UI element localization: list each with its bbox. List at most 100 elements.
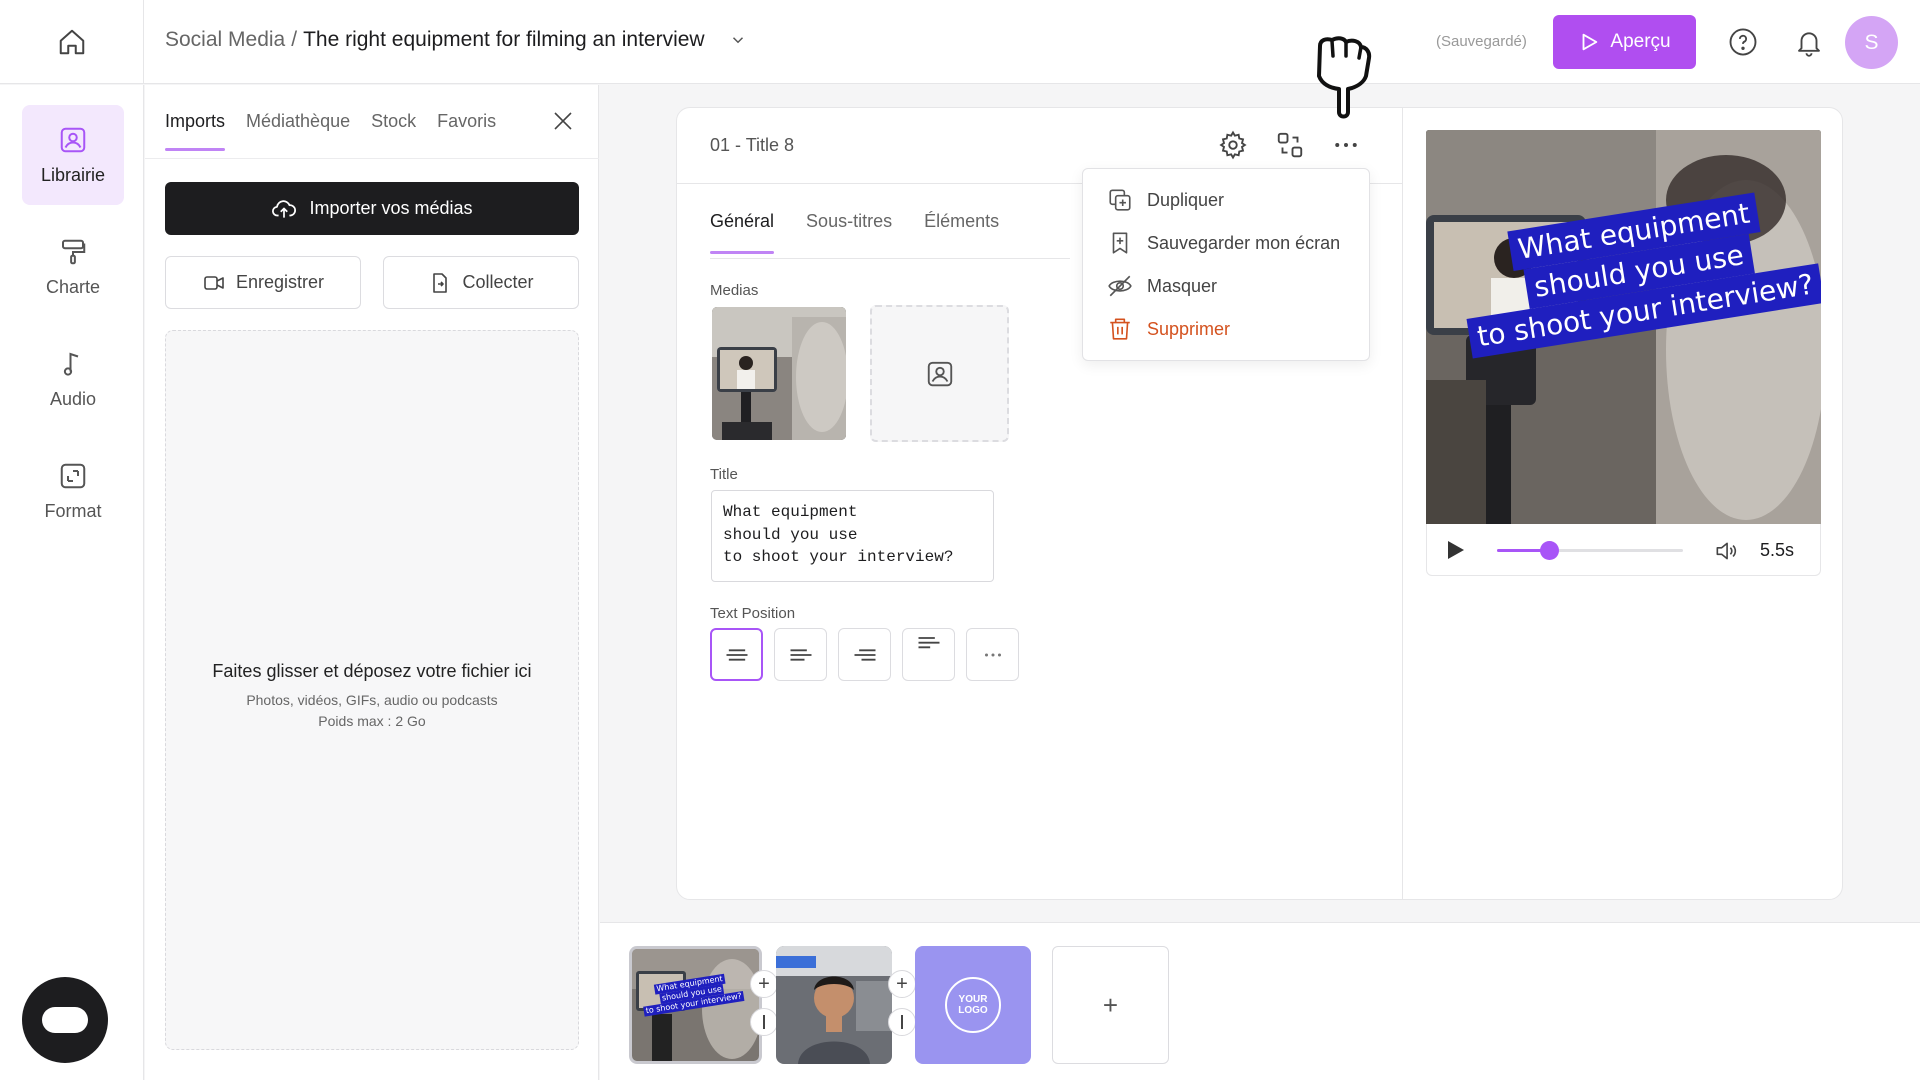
cloud-upload-icon <box>272 199 297 218</box>
home-button[interactable] <box>0 0 144 84</box>
text-position-top-left[interactable] <box>902 628 955 681</box>
timeline-scene-2[interactable] <box>776 946 892 1064</box>
transition-handle[interactable] <box>750 1008 778 1036</box>
format-resize-icon <box>60 463 86 488</box>
nav-item-audio[interactable]: Audio <box>22 329 124 429</box>
chevron-down-icon[interactable] <box>729 31 747 49</box>
import-media-button[interactable]: Importer vos médias <box>165 182 579 235</box>
menu-item-hide[interactable]: Masquer <box>1107 271 1217 301</box>
text-position-label: Text Position <box>710 605 796 622</box>
file-dropzone[interactable]: Faites glisser et déposez votre fichier … <box>165 330 579 1050</box>
left-nav: Librairie Charte Audio Format <box>0 85 144 1080</box>
preview-button[interactable]: Aperçu <box>1553 15 1696 69</box>
play-outline-icon <box>1582 33 1598 51</box>
align-center-icon <box>726 648 747 661</box>
menu-item-label: Masquer <box>1147 275 1218 296</box>
project-title[interactable]: The right equipment for filming an inter… <box>303 28 705 52</box>
title-line: should you use <box>723 525 858 544</box>
gear-icon[interactable] <box>1218 130 1248 165</box>
dropzone-subtitle: Photos, vidéos, GIFs, audio ou podcasts <box>246 692 498 708</box>
nav-item-charte[interactable]: Charte <box>22 217 124 317</box>
nav-item-format[interactable]: Format <box>22 441 124 541</box>
medias-label: Medias <box>710 282 759 299</box>
text-position-left[interactable] <box>774 628 827 681</box>
media-thumbnail-image <box>712 307 846 440</box>
record-button[interactable]: Enregistrer <box>165 256 361 309</box>
menu-item-label: Supprimer <box>1147 318 1231 339</box>
pointer-hand-cursor-icon <box>1306 36 1376 125</box>
nav-item-librairie[interactable]: Librairie <box>22 105 124 205</box>
align-top-left-icon <box>918 636 939 648</box>
menu-item-delete[interactable]: Supprimer <box>1107 314 1230 344</box>
menu-item-save-screen[interactable]: Sauvegarder mon écran <box>1107 228 1340 258</box>
volume-icon[interactable] <box>1713 538 1739 569</box>
tab-mediatheque[interactable]: Médiathèque <box>246 111 350 151</box>
library-tabs: Imports Médiathèque Stock Favoris <box>165 111 496 151</box>
transition-handle[interactable] <box>888 1008 916 1036</box>
insert-scene-button[interactable]: + <box>888 970 916 998</box>
collect-label: Collecter <box>462 272 534 292</box>
menu-item-label: Dupliquer <box>1147 189 1225 210</box>
menu-item-label: Sauvegarder mon écran <box>1147 232 1341 253</box>
more-horizontal-icon <box>984 652 1001 657</box>
align-left-icon <box>790 648 811 661</box>
tab-sous-titres[interactable]: Sous-titres <box>806 211 892 254</box>
top-bar: Social Media / The right equipment for f… <box>0 0 1920 84</box>
duplicate-icon <box>1109 189 1131 211</box>
video-preview[interactable]: What equipment should you use to shoot y… <box>1426 130 1821 525</box>
paint-roller-icon <box>62 239 86 264</box>
trash-icon <box>1110 318 1130 340</box>
collect-file-icon <box>433 272 448 293</box>
dropzone-max-size: Poids max : 2 Go <box>318 713 426 729</box>
add-scene-button[interactable]: + <box>1052 946 1169 1064</box>
scene-title: 01 - Title 8 <box>710 135 795 155</box>
tab-favoris[interactable]: Favoris <box>437 111 496 151</box>
help-icon[interactable] <box>1728 27 1758 62</box>
swap-layout-icon[interactable] <box>1275 130 1305 165</box>
more-horizontal-icon[interactable] <box>1331 130 1361 165</box>
duration-label: 5.5s <box>1760 540 1795 560</box>
align-right-icon <box>854 648 875 661</box>
scene-thumbnail-image <box>776 946 892 1064</box>
menu-item-duplicate[interactable]: Dupliquer <box>1107 185 1224 215</box>
collect-button[interactable]: Collecter <box>383 256 579 309</box>
breadcrumb-parent[interactable]: Social Media <box>165 28 285 52</box>
play-icon[interactable] <box>1443 538 1467 567</box>
title-label: Title <box>710 466 738 483</box>
music-note-icon <box>63 352 79 376</box>
player-controls: 5.5s <box>1426 524 1821 576</box>
add-media-slot[interactable] <box>870 305 1009 442</box>
dropzone-title: Faites glisser et déposez votre fichier … <box>212 661 532 681</box>
avatar[interactable]: S <box>1845 16 1898 69</box>
insert-scene-button[interactable]: + <box>750 970 778 998</box>
timeline-scene-1[interactable]: What equipment should you use to shoot y… <box>629 946 762 1064</box>
tab-stock[interactable]: Stock <box>371 111 416 151</box>
progress-slider[interactable] <box>1497 541 1683 560</box>
import-label: Importer vos médias <box>309 198 473 218</box>
text-position-right[interactable] <box>838 628 891 681</box>
text-position-more[interactable] <box>966 628 1019 681</box>
scene-options-menu: Dupliquer Sauvegarder mon écran Masquer … <box>1082 168 1370 361</box>
save-status: (Sauvegardé) <box>1436 33 1527 50</box>
bell-icon[interactable] <box>1794 27 1824 62</box>
record-label: Enregistrer <box>235 272 325 292</box>
tab-general[interactable]: Général <box>710 211 775 254</box>
chat-support-button[interactable] <box>22 977 108 1063</box>
timeline-scene-3[interactable]: YOUR LOGO <box>915 946 1031 1064</box>
close-icon[interactable] <box>551 109 575 138</box>
nav-label: Format <box>44 500 102 521</box>
tab-elements[interactable]: Éléments <box>924 211 999 254</box>
nav-label: Charte <box>45 276 101 297</box>
preview-label: Aperçu <box>1610 31 1671 52</box>
library-icon <box>60 127 86 152</box>
text-position-center[interactable] <box>710 628 763 681</box>
title-textarea[interactable]: What equipment should you use to shoot y… <box>711 490 994 582</box>
tab-imports[interactable]: Imports <box>165 111 226 151</box>
library-panel: Imports Médiathèque Stock Favoris Import… <box>145 85 599 1080</box>
media-thumbnail[interactable] <box>712 307 846 440</box>
image-placeholder-icon <box>927 361 952 386</box>
divider <box>1402 108 1403 899</box>
eye-off-icon <box>1108 275 1132 297</box>
divider <box>145 158 599 159</box>
progress-handle[interactable] <box>1540 541 1560 560</box>
